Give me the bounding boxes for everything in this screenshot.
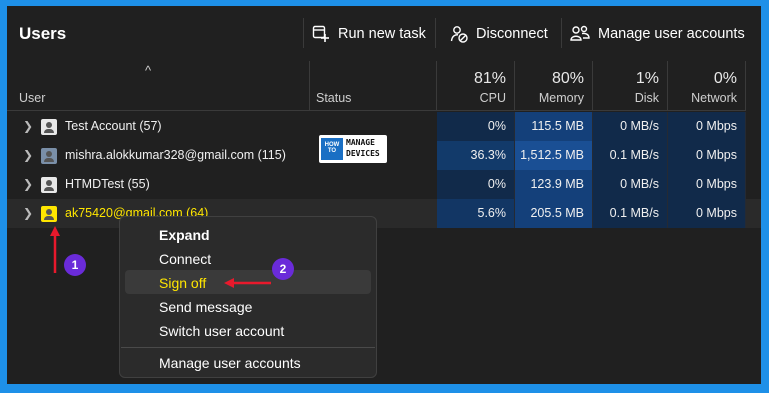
annotation-badge-1: 1 [64,254,86,276]
annotation-badge-2: 2 [272,258,294,280]
annotation-arrows [50,226,271,288]
